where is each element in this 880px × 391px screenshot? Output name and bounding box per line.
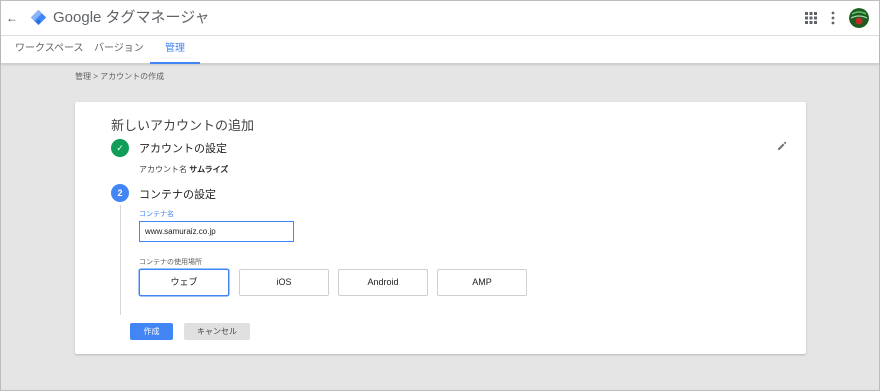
account-name-row: アカウント名 サムライズ (139, 164, 228, 175)
account-name-value: サムライズ (189, 165, 229, 174)
platform-option-web[interactable]: ウェブ (139, 269, 229, 296)
tab-bar: ワークスペース バージョン 管理 (1, 36, 879, 64)
platform-option-amp[interactable]: AMP (437, 269, 527, 296)
brand-product: タグマネージャ (105, 9, 210, 26)
top-bar: ← Google タグマネージャ (1, 1, 879, 36)
page-title: 新しいアカウントの追加 (111, 118, 255, 133)
container-name-input[interactable]: www.samuraiz.co.jp (139, 221, 294, 242)
tag-manager-logo-icon (30, 9, 47, 26)
new-account-card: 新しいアカウントの追加 ✓ アカウントの設定 アカウント名 サムライズ 2 コン… (75, 102, 806, 354)
product-name: Google タグマネージャ (53, 9, 210, 27)
more-vert-icon[interactable] (829, 10, 837, 26)
tab-workspace[interactable]: ワークスペース (15, 36, 84, 64)
avatar[interactable] (849, 8, 869, 28)
container-usage-label: コンテナの使用場所 (139, 259, 202, 266)
tab-admin[interactable]: 管理 (150, 36, 200, 64)
apps-grid-icon[interactable] (804, 11, 818, 25)
account-name-label: アカウント名 (139, 165, 187, 174)
pencil-edit-icon[interactable] (777, 141, 787, 151)
tab-versions[interactable]: バージョン (94, 36, 144, 64)
create-button[interactable]: 作成 (130, 323, 173, 340)
platform-option-ios[interactable]: iOS (239, 269, 329, 296)
brand-google: Google (53, 9, 102, 26)
step2-title: コンテナの設定 (139, 189, 216, 201)
cancel-button[interactable]: キャンセル (184, 323, 250, 340)
step1-title: アカウントの設定 (139, 143, 227, 155)
container-name-label: コンテナ名 (139, 211, 174, 218)
step-complete-check-icon: ✓ (111, 139, 129, 157)
back-arrow-icon[interactable]: ← (5, 9, 19, 27)
step2-number-badge: 2 (111, 184, 129, 202)
breadcrumb: 管理 > アカウントの作成 (75, 72, 165, 81)
platform-option-android[interactable]: Android (338, 269, 428, 296)
step-connector-line (120, 205, 121, 315)
